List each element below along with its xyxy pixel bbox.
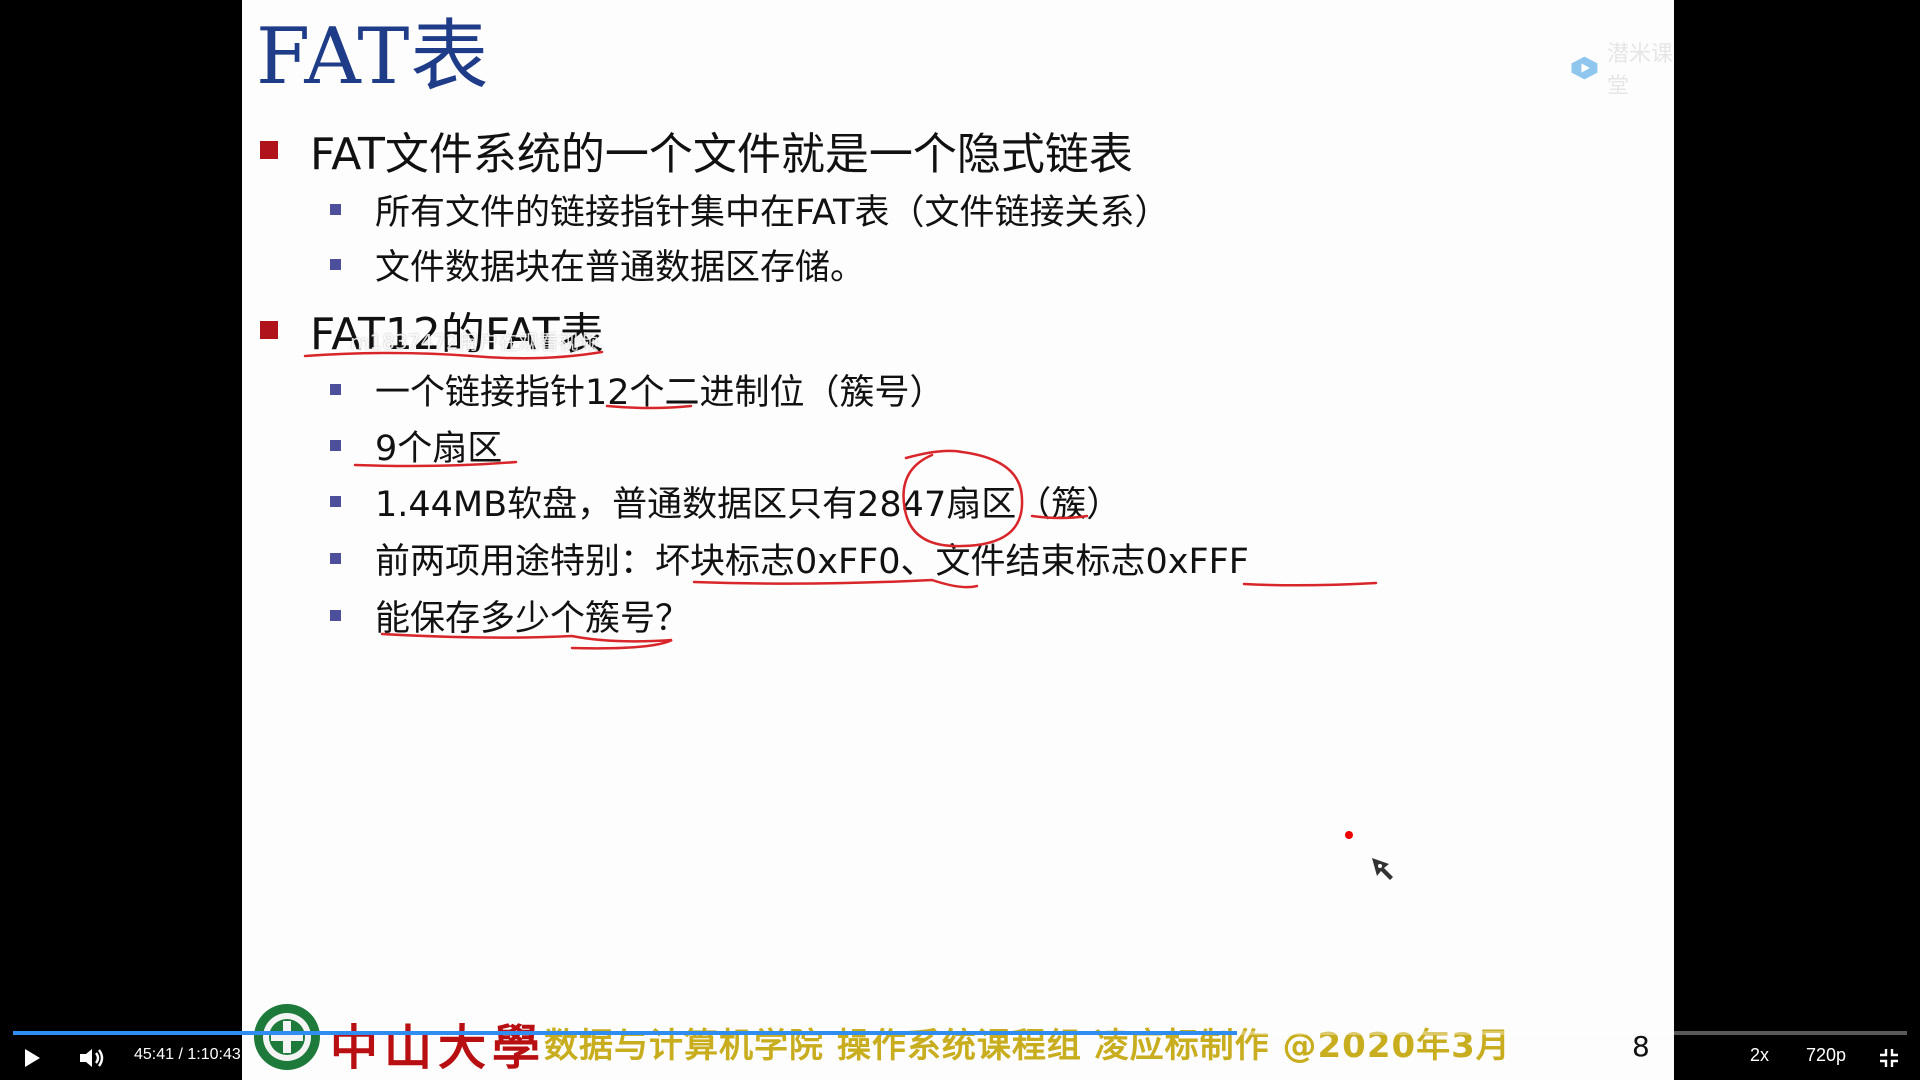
- laser-pointer: [1345, 831, 1353, 839]
- duration: 1:10:43: [187, 1046, 241, 1063]
- slide-title: FAT表: [256, 12, 490, 102]
- volume-button[interactable]: [74, 1042, 110, 1074]
- sub-bullet-text: 一个链接指针12个二进制位（簇号）: [375, 373, 945, 413]
- watermark-text: 潜米课堂: [1606, 42, 1673, 99]
- player-controls: 45:41 / 1:10:43 2x 720p: [0, 1036, 1920, 1080]
- sub-bullet-item: 能保存多少个簇号？: [330, 590, 690, 641]
- sub-bullet-marker: [330, 553, 341, 564]
- bullet-marker: [260, 141, 278, 159]
- time-separator: /: [174, 1046, 188, 1063]
- sub-bullet-text: 所有文件的链接指针集中在FAT表（文件链接关系）: [375, 193, 1170, 233]
- play-icon: [25, 1049, 40, 1067]
- sub-bullet-marker: [330, 610, 341, 621]
- speed-button[interactable]: 2x: [1750, 1045, 1769, 1066]
- bullet-item: FAT文件系统的一个文件就是一个隐式链表: [260, 118, 1133, 182]
- bullet-marker: [260, 321, 278, 339]
- pen-cursor-icon: [1372, 858, 1393, 880]
- sub-bullet-item: 一个链接指针12个二进制位（簇号）: [330, 364, 945, 415]
- sub-bullet-item: 前两项用途特别：坏块标志0xFF0、文件结束标志0xFFF: [330, 533, 1249, 584]
- slide: FAT表 潜米课堂 FAT文件系统的一个文件就是一个隐式链表 所有文件的链接指针…: [242, 0, 1674, 1080]
- sub-bullet-marker: [330, 496, 341, 507]
- sub-bullet-text: 文件数据块在普通数据区存储。: [375, 248, 866, 288]
- sub-bullet-text: 9个扇区: [375, 429, 503, 469]
- watermark: 潜米课堂: [1570, 36, 1674, 100]
- progress-bar[interactable]: [13, 1031, 1907, 1035]
- sub-bullet-item: 9个扇区: [330, 420, 502, 471]
- volume-icon: [80, 1049, 104, 1067]
- quality-button[interactable]: 720p: [1806, 1045, 1846, 1066]
- sub-bullet-text: 前两项用途特别：坏块标志0xFF0、文件结束标志0xFFF: [375, 542, 1249, 582]
- sub-bullet-item: 1.44MB软盘，普通数据区只有2847扇区（簇）: [330, 476, 1121, 527]
- sub-bullet-item: 所有文件的链接指针集中在FAT表（文件链接关系）: [330, 184, 1170, 235]
- exit-fullscreen-button[interactable]: [1874, 1043, 1904, 1073]
- sub-bullet-marker: [330, 384, 341, 395]
- bullet-text: FAT文件系统的一个文件就是一个隐式链表: [310, 129, 1133, 180]
- sub-bullet-marker: [330, 440, 341, 451]
- exit-fullscreen-icon: [1880, 1049, 1898, 1067]
- sub-bullet-marker: [330, 204, 341, 215]
- play-button[interactable]: [16, 1042, 48, 1074]
- sub-bullet-item: 文件数据块在普通数据区存储。: [330, 239, 865, 290]
- progress-fill: [13, 1031, 1237, 1035]
- sub-bullet-text: 能保存多少个簇号？: [375, 599, 691, 639]
- sub-bullet-marker: [330, 259, 341, 270]
- watermark-logo-icon: [1571, 56, 1598, 80]
- sub-bullet-text: 1.44MB软盘，普通数据区只有2847扇区（簇）: [375, 485, 1122, 525]
- viewer-watermark: m1837472用户在观看视频: [350, 330, 599, 354]
- current-time: 45:41: [134, 1046, 175, 1063]
- underline-0xfff: [1242, 581, 1378, 587]
- playback-time: 45:41 / 1:10:43: [134, 1046, 241, 1064]
